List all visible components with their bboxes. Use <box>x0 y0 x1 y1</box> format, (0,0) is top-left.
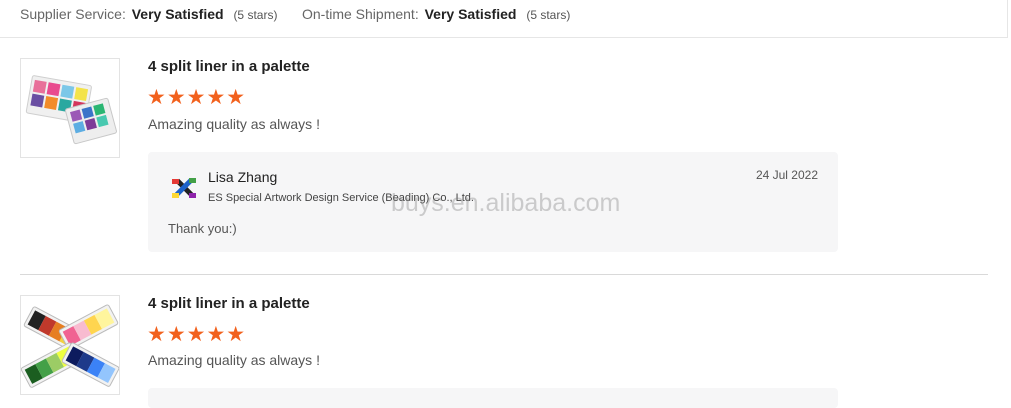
star-rating-icon: ★★★★★ <box>147 86 247 109</box>
supplier-service-note: (5 stars) <box>233 8 278 22</box>
product-title[interactable]: 4 split liner in a palette <box>148 295 310 312</box>
reply-text: Thank you:) <box>168 221 237 236</box>
review-comment: Amazing quality as always ! <box>148 352 320 368</box>
supplier-service-rating: Supplier Service: Very Satisfied (5 star… <box>20 6 277 22</box>
review-item: 4 split liner in a palette ★★★★★ Amazing… <box>20 295 988 408</box>
product-thumbnail[interactable] <box>20 295 120 395</box>
supplier-service-label: Supplier Service: <box>20 6 126 22</box>
reply-author: Lisa Zhang <box>208 169 278 185</box>
ontime-shipment-label: On-time Shipment: <box>302 6 419 22</box>
star-rating-icon: ★★★★★ <box>147 323 247 346</box>
review-comment: Amazing quality as always ! <box>148 116 320 132</box>
reply-date: 24 Jul 2022 <box>755 168 818 182</box>
split-liner-image-icon <box>21 296 119 394</box>
supplier-reply <box>148 388 838 408</box>
review-item: 4 split liner in a palette ★★★★★ Amazing… <box>20 58 988 258</box>
palette-image-icon <box>21 59 119 157</box>
reply-company[interactable]: ES Special Artwork Design Service (Beadi… <box>208 192 474 204</box>
supplier-reply: Lisa Zhang ES Special Artwork Design Ser… <box>148 152 838 252</box>
supplier-service-value: Very Satisfied <box>131 6 224 22</box>
ontime-shipment-note: (5 stars) <box>526 8 571 22</box>
company-logo-icon <box>172 178 196 198</box>
ontime-shipment-rating: On-time Shipment: Very Satisfied (5 star… <box>302 6 570 22</box>
ontime-shipment-value: Very Satisfied <box>424 6 517 22</box>
product-thumbnail[interactable] <box>20 58 120 158</box>
review-divider <box>20 274 988 275</box>
rating-summary-bar: Supplier Service: Very Satisfied (5 star… <box>0 0 1008 38</box>
product-title[interactable]: 4 split liner in a palette <box>148 58 310 75</box>
